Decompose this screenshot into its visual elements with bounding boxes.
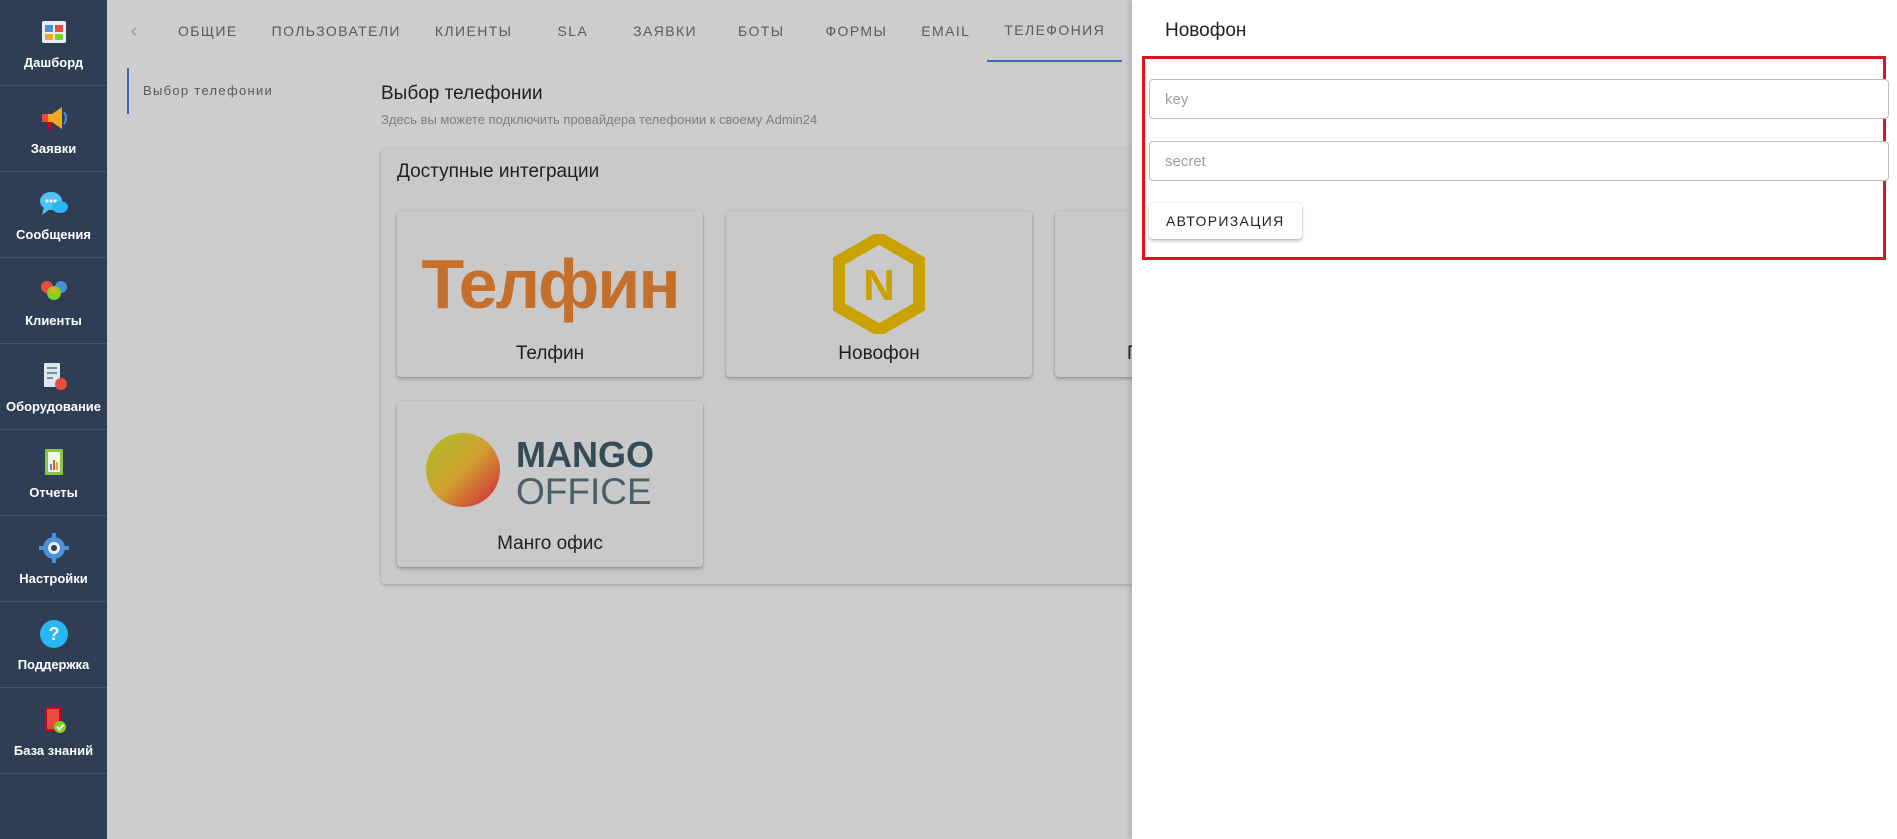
megaphone-icon [37, 101, 71, 135]
sidebar-item-clients[interactable]: Клиенты [0, 258, 107, 344]
tab-sla[interactable]: SLA [529, 0, 616, 62]
reports-icon [37, 445, 71, 479]
svg-text:?: ? [48, 624, 59, 644]
svg-text:OFFICE: OFFICE [516, 471, 652, 512]
sidebar-item-requests[interactable]: Заявки [0, 86, 107, 172]
sidebar-item-label: Отчеты [29, 485, 78, 500]
sidebar-item-settings[interactable]: Настройки [0, 516, 107, 602]
subnav-item-telephony-select[interactable]: Выбор телефонии [127, 68, 273, 114]
tab-users[interactable]: Пользователи [255, 0, 418, 62]
sidebar: Дашборд Заявки Сообщения Клиенты Оборудо… [0, 0, 107, 839]
chevron-left-icon[interactable]: ‹ [107, 20, 161, 43]
telfin-logo: Телфин [421, 245, 680, 323]
gear-icon [37, 531, 71, 565]
clients-icon [37, 273, 71, 307]
integration-card-telfin[interactable]: Телфин Телфин [397, 211, 703, 377]
integrations-title: Доступные интеграции [397, 161, 600, 182]
page-subtitle: Здесь вы можете подключить провайдера те… [381, 112, 818, 127]
dashboard-icon [37, 15, 71, 49]
tab-general[interactable]: Общие [161, 0, 255, 62]
card-label: Новофон [838, 343, 920, 364]
sidebar-item-label: Дашборд [23, 55, 84, 70]
integrations-panel: Доступные интеграции Телфин Телфин N Нов… [381, 149, 1141, 584]
tab-clients[interactable]: Клиенты [418, 0, 530, 62]
mango-office-logo: MANGO OFFICE [397, 415, 703, 525]
integration-card-novofon[interactable]: N Новофон [726, 211, 1032, 377]
page-title: Выбор телефонии [381, 83, 543, 104]
sidebar-item-label: Клиенты [25, 313, 82, 328]
card-label: Телфин [515, 343, 585, 364]
authorize-button[interactable]: Авторизация [1149, 203, 1302, 239]
sidebar-item-label: База знаний [13, 743, 94, 758]
sidebar-item-dashboard[interactable]: Дашборд [0, 0, 107, 86]
sidebar-item-reports[interactable]: Отчеты [0, 430, 107, 516]
drawer-title: Новофон [1165, 20, 1247, 41]
settings-tabs: ‹ Общие Пользователи Клиенты SLA Заявки … [107, 0, 1132, 62]
sidebar-item-label: Оборудование [5, 399, 102, 414]
sidebar-item-equipment[interactable]: Оборудование [0, 344, 107, 430]
equipment-icon [37, 359, 71, 393]
secret-input[interactable] [1149, 141, 1889, 181]
tab-requests[interactable]: Заявки [616, 0, 714, 62]
card-label: Манго офис [497, 533, 603, 554]
svg-text:N: N [863, 261, 895, 310]
sidebar-item-label: Заявки [30, 141, 77, 156]
tab-email[interactable]: Email [904, 0, 987, 62]
main-content: ‹ Общие Пользователи Клиенты SLA Заявки … [107, 0, 1141, 839]
svg-text:MANGO: MANGO [516, 434, 654, 475]
sidebar-item-knowledge-base[interactable]: База знаний [0, 688, 107, 774]
tab-forms[interactable]: Формы [809, 0, 905, 62]
chat-icon [37, 187, 71, 221]
sidebar-item-label: Сообщения [16, 227, 91, 242]
knowledge-base-icon [37, 703, 71, 737]
integration-card-partial[interactable]: П [1055, 211, 1141, 377]
help-icon: ? [37, 617, 71, 651]
card-label: П [1055, 343, 1141, 365]
key-input[interactable] [1149, 79, 1889, 119]
sidebar-item-messages[interactable]: Сообщения [0, 172, 107, 258]
tab-bots[interactable]: Боты [714, 0, 808, 62]
integration-card-mango[interactable]: MANGO OFFICE Манго офис [397, 401, 703, 567]
tab-telephony[interactable]: Телефония [987, 0, 1123, 62]
sidebar-item-label: Настройки [19, 571, 88, 586]
sidebar-item-support[interactable]: ? Поддержка [0, 602, 107, 688]
sidebar-item-label: Поддержка [17, 657, 90, 672]
novofon-logo: N [726, 229, 1032, 339]
novofon-drawer: Новофон Авторизация [1132, 0, 1897, 839]
